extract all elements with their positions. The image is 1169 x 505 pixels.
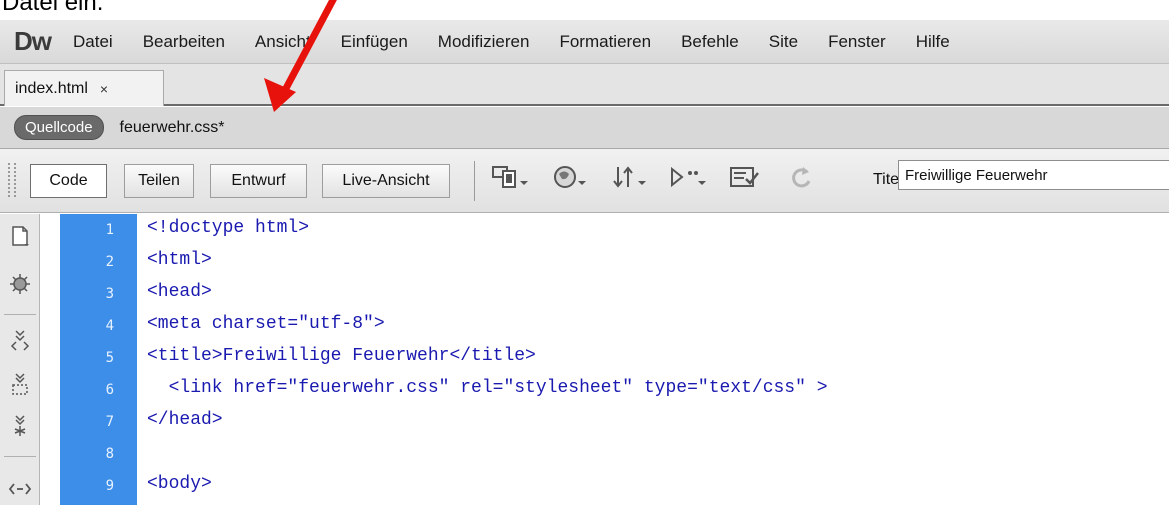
collapse-selection-icon[interactable] [8,372,32,396]
line-number: 7 [105,414,114,430]
toolbar-separator [474,161,475,201]
expand-all-icon[interactable] [8,414,32,438]
document-tab-bar: index.html × [0,64,1169,106]
code-line[interactable]: <meta charset="utf-8"> [147,314,385,334]
code-line[interactable]: <head> [147,282,212,302]
multiscreen-icon[interactable] [491,163,531,193]
select-parent-tag-icon[interactable] [8,476,32,500]
coding-toolbar [0,214,40,505]
source-code-button[interactable]: Quellcode [14,115,104,140]
visual-aids-icon[interactable] [668,163,710,193]
menu-bar: Dw Datei Bearbeiten Ansicht Einfügen Mod… [0,20,1169,64]
live-view-button[interactable]: Live-Ansicht [322,164,450,198]
show-code-navigator-icon[interactable] [8,272,32,296]
code-line[interactable]: <title>Freiwillige Feuerwehr</title> [147,346,536,366]
line-number: 8 [105,446,114,462]
document-toolbar: Code Teilen Entwurf Live-Ansicht Titel: … [0,149,1169,213]
related-file-feuerwehr-css[interactable]: feuerwehr.css* [120,119,225,137]
line-number: 3 [105,286,114,302]
menu-ansicht[interactable]: Ansicht [255,32,311,52]
file-management-icon[interactable] [610,163,650,193]
validate-icon[interactable] [728,163,768,193]
close-tab-icon[interactable]: × [100,81,108,97]
menu-site[interactable]: Site [769,32,798,52]
code-view-button[interactable]: Code [30,164,107,198]
collapse-full-tag-icon[interactable] [8,328,32,352]
open-documents-icon[interactable] [8,224,32,248]
line-number: 6 [105,382,114,398]
menu-fenster[interactable]: Fenster [828,32,886,52]
instruction-caption: Datei ein. [0,0,1169,20]
code-editor[interactable]: 1 2 3 4 5 6 7 8 9 <!doctype html> <html>… [0,214,1169,505]
dreamweaver-logo: Dw [14,26,52,56]
menu-formatieren[interactable]: Formatieren [559,32,651,52]
toolbar-separator [4,314,36,315]
related-files-bar: Quellcode feuerwehr.css* [0,107,1169,149]
menu-einfuegen[interactable]: Einfügen [341,32,408,52]
code-line[interactable]: </head> [147,410,223,430]
toolbar-separator [4,456,36,457]
menu-bearbeiten[interactable]: Bearbeiten [143,32,225,52]
line-number: 1 [105,222,114,238]
line-number: 2 [105,254,114,270]
tab-label: index.html [15,79,88,97]
line-number: 9 [105,478,114,494]
menu-befehle[interactable]: Befehle [681,32,739,52]
design-view-button[interactable]: Entwurf [210,164,307,198]
menu-modifizieren[interactable]: Modifizieren [438,32,530,52]
code-line[interactable]: <html> [147,250,212,270]
document-title-input[interactable] [898,160,1169,190]
toolbar-grip[interactable] [8,163,16,197]
menu-hilfe[interactable]: Hilfe [916,32,950,52]
code-line[interactable]: <link href="feuerwehr.css" rel="styleshe… [147,378,828,398]
code-line[interactable]: <body> [147,474,212,494]
tab-index-html[interactable]: index.html × [4,70,164,106]
gutter-spacer [41,214,60,505]
split-view-button[interactable]: Teilen [124,164,194,198]
preview-browser-icon[interactable] [552,163,590,193]
refresh-icon[interactable] [788,163,814,193]
menu-datei[interactable]: Datei [73,32,113,52]
code-line[interactable]: <!doctype html> [147,218,309,238]
line-number: 5 [105,350,114,366]
line-number: 4 [105,318,114,334]
